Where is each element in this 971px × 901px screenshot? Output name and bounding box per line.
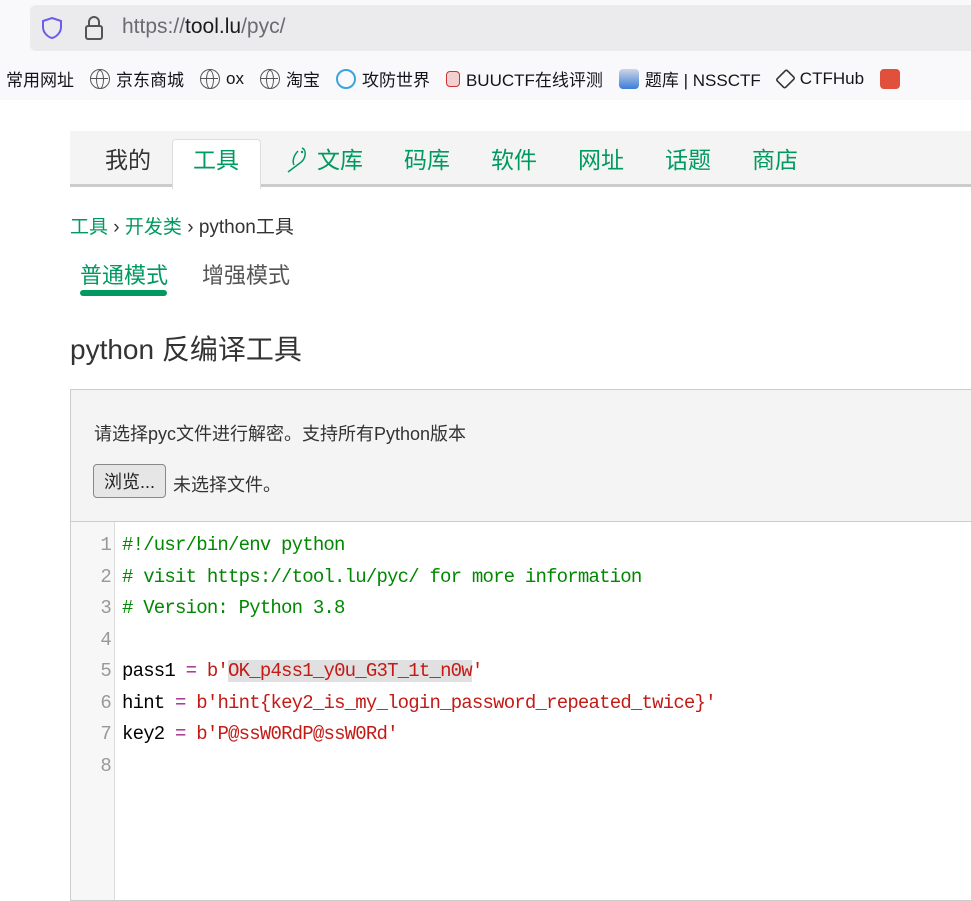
comment: # Version: Python 3.8 bbox=[122, 597, 345, 619]
lock-icon[interactable] bbox=[84, 15, 104, 41]
globe-icon bbox=[200, 68, 220, 89]
bookmark-label: 攻防世界 bbox=[361, 71, 430, 90]
bookmark-label: 京东商城 bbox=[116, 71, 184, 90]
tab-code[interactable]: 码库 bbox=[404, 141, 450, 175]
file-status: 未选择文件。 bbox=[173, 475, 281, 495]
ctfhub-icon bbox=[774, 68, 796, 89]
url-text[interactable]: https://tool.lu/pyc/ bbox=[122, 15, 285, 39]
upload-panel: 请选择pyc文件进行解密。支持所有Python版本 浏览... 未选择文件。 bbox=[70, 389, 971, 522]
adworld-icon bbox=[335, 68, 356, 89]
tab-shop[interactable]: 商店 bbox=[752, 141, 798, 175]
line-number: 7 bbox=[100, 723, 111, 745]
bookmark-label: BUUCTF在线评测 bbox=[465, 71, 603, 90]
site-nav: 我的 工具 文库 码库 软件 网址 话题 商店 bbox=[70, 131, 971, 189]
bookmark-ctfhub[interactable]: CTFHub bbox=[774, 66, 865, 91]
globe-icon bbox=[259, 68, 280, 89]
bird-icon bbox=[287, 147, 306, 173]
code-line: # visit https://tool.lu/pyc/ for more in… bbox=[122, 562, 642, 593]
url-scheme: https:// bbox=[122, 15, 186, 38]
comment: # visit https://tool.lu/pyc/ for more in… bbox=[122, 565, 642, 588]
string-quote: ' bbox=[387, 723, 398, 745]
url-path: /pyc/ bbox=[241, 15, 286, 38]
line-number: 6 bbox=[100, 691, 111, 714]
string-quote: ' bbox=[705, 691, 716, 714]
active-mode-indicator bbox=[80, 290, 167, 296]
tab-topics[interactable]: 话题 bbox=[665, 141, 711, 175]
bookmarks-bar: 常用网址 京东商城 ox 淘宝 攻防世界 BUUCTF在线评测 题库 | NSS… bbox=[6, 66, 901, 91]
tab-normal-mode[interactable]: 普通模式 bbox=[80, 258, 168, 290]
tab-library[interactable]: 文库 bbox=[317, 141, 363, 175]
bookmark-label: 常用网址 bbox=[6, 71, 74, 90]
string-quote: ' bbox=[471, 660, 483, 682]
nssctf-icon bbox=[618, 68, 639, 89]
bookmark-more[interactable] bbox=[880, 66, 901, 91]
string-value: hint{key2_is_my_login_password_repeated_… bbox=[217, 691, 706, 714]
tab-tools[interactable]: 工具 bbox=[193, 141, 239, 175]
bookmark-label: 题库 | NSSCTF bbox=[644, 71, 761, 90]
browse-button[interactable]: 浏览... bbox=[93, 464, 166, 498]
bookmark-folder[interactable]: 常用网址 bbox=[6, 66, 74, 91]
bookmark-nssctf[interactable]: 题库 | NSSCTF bbox=[618, 66, 761, 91]
operator: = bbox=[164, 691, 197, 714]
code-line: # Version: Python 3.8 bbox=[122, 593, 345, 624]
bookmark-label: CTFHub bbox=[799, 68, 865, 88]
comment: #!/usr/bin/env python bbox=[122, 534, 345, 556]
tab-enhanced-mode[interactable]: 增强模式 bbox=[202, 258, 290, 290]
bookmark-icon bbox=[880, 68, 901, 89]
page-title: python 反编译工具 bbox=[70, 334, 302, 365]
breadcrumb: 工具 › 开发类 › python工具 bbox=[70, 217, 294, 238]
string-value: OK_p4ss1_y0u_G3T_1t_n0w bbox=[228, 660, 473, 682]
shield-icon[interactable] bbox=[41, 16, 63, 40]
code-line: pass1 = b'OK_p4ss1_y0u_G3T_1t_n0w' bbox=[122, 656, 483, 687]
bookmark-taobao[interactable]: 淘宝 bbox=[259, 66, 320, 91]
variable: key2 bbox=[122, 723, 165, 745]
string-prefix: b' bbox=[196, 691, 218, 714]
breadcrumb-dev[interactable]: 开发类 bbox=[125, 217, 182, 238]
tab-software[interactable]: 软件 bbox=[491, 141, 537, 175]
string-prefix: b' bbox=[206, 660, 229, 682]
string-value: P@ssW0RdP@ssW0Rd bbox=[217, 723, 388, 745]
variable: hint bbox=[122, 691, 165, 714]
browser-chrome: https://tool.lu/pyc/ 常用网址 京东商城 ox 淘宝 攻防世… bbox=[0, 0, 971, 100]
line-number: 3 bbox=[100, 597, 111, 619]
bookmark-buuctf[interactable]: BUUCTF在线评测 bbox=[445, 66, 603, 91]
breadcrumb-current: python工具 bbox=[198, 217, 294, 238]
code-editor[interactable]: 1 #!/usr/bin/env python 2 # visit https://t… bbox=[70, 521, 971, 901]
code-line: key2 = b'P@ssW0RdP@ssW0Rd' bbox=[122, 719, 398, 750]
line-number: 2 bbox=[100, 565, 111, 588]
variable: pass1 bbox=[122, 660, 176, 682]
line-number: 4 bbox=[100, 628, 111, 651]
operator: = bbox=[164, 723, 197, 745]
buuctf-icon bbox=[445, 70, 460, 87]
code-line: #!/usr/bin/env python bbox=[122, 530, 345, 561]
code-line: hint = b'hint{key2_is_my_login_password_… bbox=[122, 688, 717, 719]
string-prefix: b' bbox=[196, 723, 218, 745]
tab-mine[interactable]: 我的 bbox=[105, 141, 151, 175]
bookmark-label: 淘宝 bbox=[285, 71, 320, 90]
upload-hint: 请选择pyc文件进行解密。支持所有Python版本 bbox=[94, 424, 467, 444]
operator: = bbox=[175, 660, 207, 682]
bookmark-jd[interactable]: 京东商城 bbox=[90, 66, 184, 91]
line-number: 1 bbox=[100, 534, 111, 556]
bookmark-label: ox bbox=[226, 68, 244, 88]
bookmark-adworld[interactable]: 攻防世界 bbox=[335, 66, 430, 91]
tab-links[interactable]: 网址 bbox=[578, 141, 624, 175]
line-number: 8 bbox=[100, 754, 111, 777]
bookmark-ox[interactable]: ox bbox=[200, 66, 244, 91]
breadcrumb-tools[interactable]: 工具 bbox=[70, 217, 108, 238]
url-domain: tool.lu bbox=[185, 15, 242, 38]
line-number: 5 bbox=[100, 660, 111, 682]
globe-icon bbox=[90, 68, 110, 89]
